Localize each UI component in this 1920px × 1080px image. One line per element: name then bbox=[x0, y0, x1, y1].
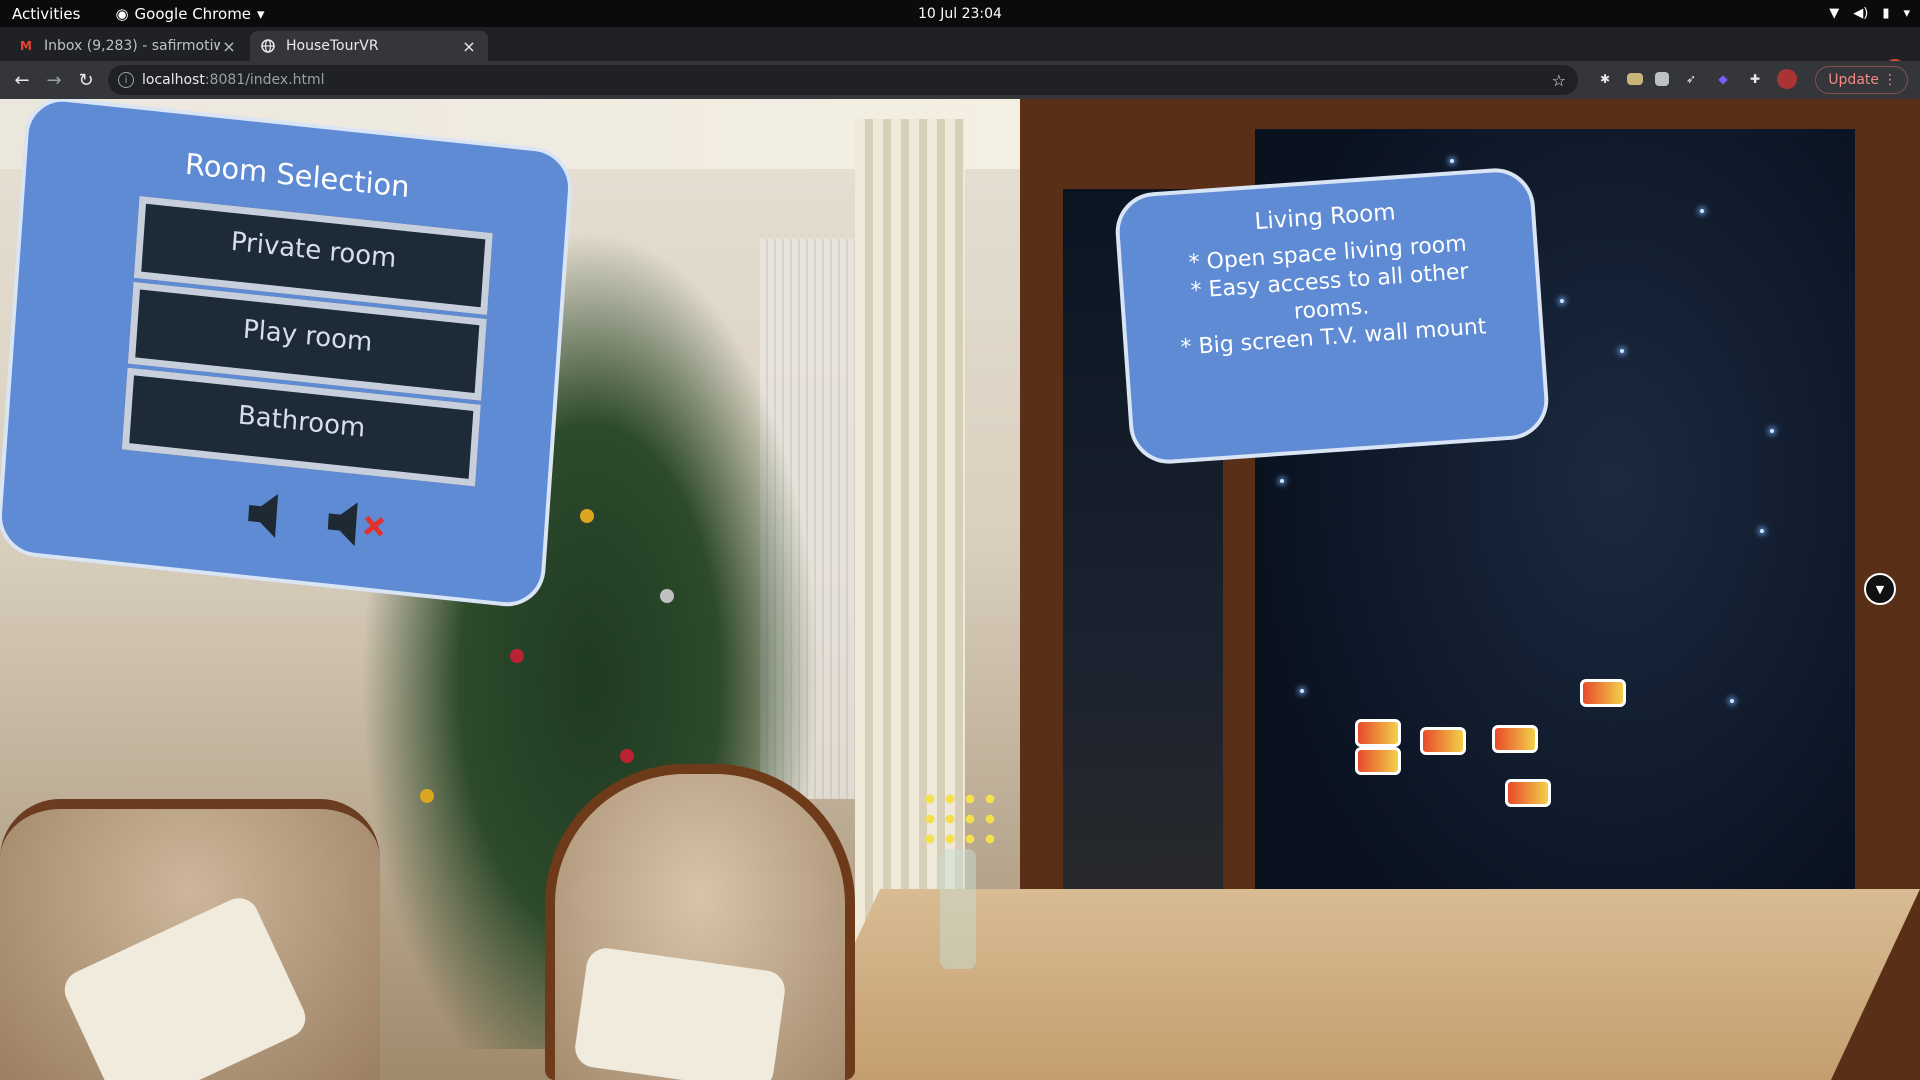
room-info-panel: Living Room * Open space living room * E… bbox=[1113, 165, 1551, 467]
tab-inbox[interactable]: M Inbox (9,283) - safirmotiw × bbox=[8, 31, 248, 61]
ornament bbox=[580, 509, 594, 523]
light-dot bbox=[1300, 689, 1304, 693]
activities-button[interactable]: Activities bbox=[12, 5, 80, 23]
vr-mode-icon[interactable]: ▼ bbox=[1864, 573, 1896, 605]
close-tab-icon[interactable]: × bbox=[460, 37, 478, 56]
battery-icon: ▮ bbox=[1882, 6, 1890, 21]
speaker-icon[interactable] bbox=[241, 482, 305, 548]
ornament bbox=[620, 749, 634, 763]
back-arrow-icon[interactable]: ← bbox=[6, 64, 38, 96]
ornament bbox=[420, 789, 434, 803]
globe-icon bbox=[260, 38, 276, 54]
chrome-app-icon: ◉ bbox=[115, 4, 129, 23]
room-selection-panel: Room Selection Private room Play room Ba… bbox=[0, 99, 575, 611]
extensions-area: ✱ ➶ ◆ ✚ bbox=[1595, 69, 1797, 89]
tab-title: HouseTourVR bbox=[286, 38, 379, 54]
wifi-icon: ▼ bbox=[1829, 6, 1840, 21]
light-dot bbox=[1620, 349, 1624, 353]
reload-icon[interactable]: ↻ bbox=[70, 64, 102, 96]
address-bar[interactable]: i localhost:8081/index.html ☆ bbox=[108, 65, 1578, 95]
tab-title: Inbox (9,283) - safirmotiw bbox=[44, 38, 220, 54]
light-dot bbox=[1560, 299, 1564, 303]
site-info-icon[interactable]: i bbox=[118, 72, 134, 88]
light-dot bbox=[1280, 479, 1284, 483]
update-button[interactable]: Update ⋮ bbox=[1815, 66, 1908, 94]
url-path: :8081/index.html bbox=[204, 72, 325, 88]
ornament bbox=[660, 589, 674, 603]
light-dot bbox=[1450, 159, 1454, 163]
car-sticker bbox=[1580, 679, 1626, 707]
ornament bbox=[510, 649, 524, 663]
app-menu[interactable]: ◉ Google Chrome ▾ bbox=[115, 5, 264, 23]
update-label: Update bbox=[1828, 72, 1879, 88]
gmail-icon: M bbox=[20, 39, 32, 53]
url-host: localhost bbox=[142, 72, 205, 88]
extension-bird-icon[interactable]: ➶ bbox=[1681, 69, 1701, 89]
forward-arrow-icon[interactable]: → bbox=[38, 64, 70, 96]
menu-dots-icon[interactable]: ⋮ bbox=[1883, 72, 1897, 88]
extension-image-icon[interactable] bbox=[1655, 72, 1669, 86]
glass-vase bbox=[940, 849, 976, 969]
extensions-puzzle-icon[interactable]: ✚ bbox=[1745, 69, 1765, 89]
yellow-flowers bbox=[920, 789, 1000, 849]
car-sticker bbox=[1492, 725, 1538, 753]
extension-badge-icon[interactable]: ◆ bbox=[1713, 69, 1733, 89]
system-tray[interactable]: ▼ ◀) ▮ ▾ bbox=[1829, 0, 1910, 27]
clock[interactable]: 10 Jul 23:04 bbox=[0, 6, 1920, 22]
extension-card-icon[interactable] bbox=[1627, 73, 1643, 85]
browser-toolbar: ← → ↻ i localhost:8081/index.html ☆ ✱ ➶ … bbox=[0, 61, 1920, 99]
tab-strip: M Inbox (9,283) - safirmotiw × HouseTour… bbox=[0, 27, 1920, 82]
app-menu-label: Google Chrome bbox=[134, 4, 252, 23]
vr-scene[interactable]: Room Selection Private room Play room Ba… bbox=[0, 99, 1920, 1080]
speaker-muted-icon[interactable] bbox=[320, 491, 385, 557]
chevron-down-icon: ▾ bbox=[1903, 6, 1910, 21]
light-dot bbox=[1760, 529, 1764, 533]
light-dot bbox=[1700, 209, 1704, 213]
close-tab-icon[interactable]: × bbox=[220, 37, 238, 56]
room-selection-title: Room Selection bbox=[183, 146, 411, 205]
car-sticker bbox=[1355, 747, 1401, 775]
room-info-list: * Open space living room * Easy access t… bbox=[1121, 226, 1540, 366]
tab-housetourvr[interactable]: HouseTourVR × bbox=[250, 31, 488, 61]
car-sticker bbox=[1355, 719, 1401, 747]
chevron-down-icon: ▾ bbox=[257, 4, 265, 23]
profile-avatar[interactable] bbox=[1777, 69, 1797, 89]
light-dot bbox=[1730, 699, 1734, 703]
car-sticker bbox=[1505, 779, 1551, 807]
extension-gear-icon[interactable]: ✱ bbox=[1595, 69, 1615, 89]
bookmark-star-icon[interactable]: ☆ bbox=[1552, 71, 1566, 90]
volume-icon: ◀) bbox=[1853, 6, 1869, 21]
car-sticker bbox=[1420, 727, 1466, 755]
light-dot bbox=[1770, 429, 1774, 433]
system-top-bar: Activities ◉ Google Chrome ▾ 10 Jul 23:0… bbox=[0, 0, 1920, 27]
navigation-buttons: ← → ↻ bbox=[6, 64, 102, 96]
